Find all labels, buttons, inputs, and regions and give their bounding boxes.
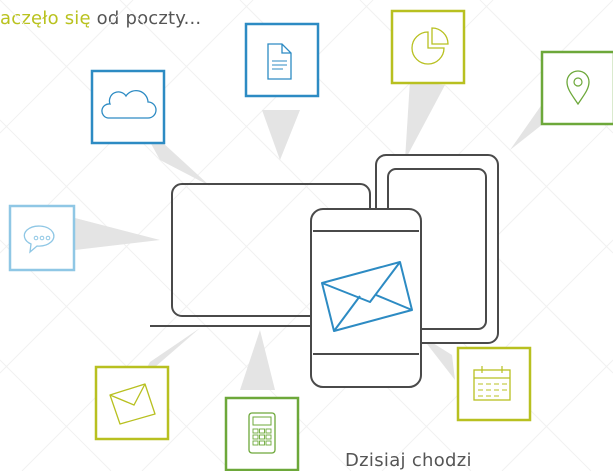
calendar-icon — [456, 346, 532, 422]
phone-frame — [310, 208, 422, 388]
location-pin-icon — [540, 50, 613, 126]
document-icon — [244, 22, 320, 98]
illustration — [0, 0, 613, 471]
envelope-icon — [94, 365, 170, 441]
pie-chart-icon — [390, 9, 466, 85]
chat-bubble-icon — [8, 204, 76, 272]
smartphone — [310, 208, 422, 388]
footer-text: Dzisiaj chodzi — [345, 450, 472, 471]
cloud-icon — [90, 69, 166, 145]
calculator-icon — [224, 396, 300, 471]
